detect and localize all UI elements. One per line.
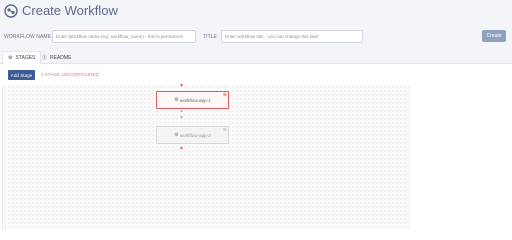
stage-node-2[interactable]: ⚙ workflow-app-2 ⊗ — [156, 126, 229, 144]
workflow-title-input[interactable] — [221, 30, 363, 43]
tab-readme[interactable]: ⓘ README — [37, 51, 76, 64]
stage-node-1[interactable]: ⚙ workflow-app-1 ⊗ — [156, 91, 229, 109]
gear-icon: ⚙ — [174, 132, 179, 138]
page-title: Create Workflow — [22, 3, 118, 18]
workflow-name-input[interactable] — [52, 30, 196, 43]
tab-bar: ⚙ STAGES ⓘ README — [0, 51, 512, 65]
title-area: Create Workflow — [4, 3, 118, 18]
connector-out-icon[interactable]: ▲ — [179, 108, 184, 114]
create-button[interactable]: Create — [482, 30, 506, 42]
tab-stages[interactable]: ⚙ STAGES — [2, 51, 42, 65]
close-icon[interactable]: ⊗ — [223, 92, 227, 98]
input-connector-icon[interactable]: ▼ — [179, 83, 184, 89]
unconfigured-status: 1 STAGE UNCONFIGURED — [41, 72, 99, 77]
output-connector-icon[interactable]: ▲ — [179, 145, 184, 151]
close-icon[interactable]: ⊗ — [223, 127, 227, 133]
workflow-form: WORKFLOW NAME TITLE Create — [4, 30, 508, 44]
connector-in-icon[interactable]: ▼ — [179, 115, 184, 121]
add-stage-button[interactable]: Add Stage — [8, 70, 35, 80]
workflow-canvas[interactable]: ▼ ⚙ workflow-app-1 ⊗ ▲ ▼ ⚙ workflow-app-… — [2, 83, 410, 230]
stage-node-label: workflow-app-2 — [179, 132, 211, 138]
stages-icon: ⚙ — [8, 55, 13, 61]
tab-stages-label: STAGES — [15, 55, 36, 61]
workflow-name-label: WORKFLOW NAME — [4, 34, 52, 40]
stage-node-label: workflow-app-1 — [179, 97, 211, 103]
tab-readme-label: README — [50, 54, 72, 61]
gear-icon: ⚙ — [174, 97, 179, 103]
workflow-icon — [4, 3, 18, 18]
title-label: TITLE — [203, 34, 218, 40]
info-icon: ⓘ — [42, 55, 48, 61]
